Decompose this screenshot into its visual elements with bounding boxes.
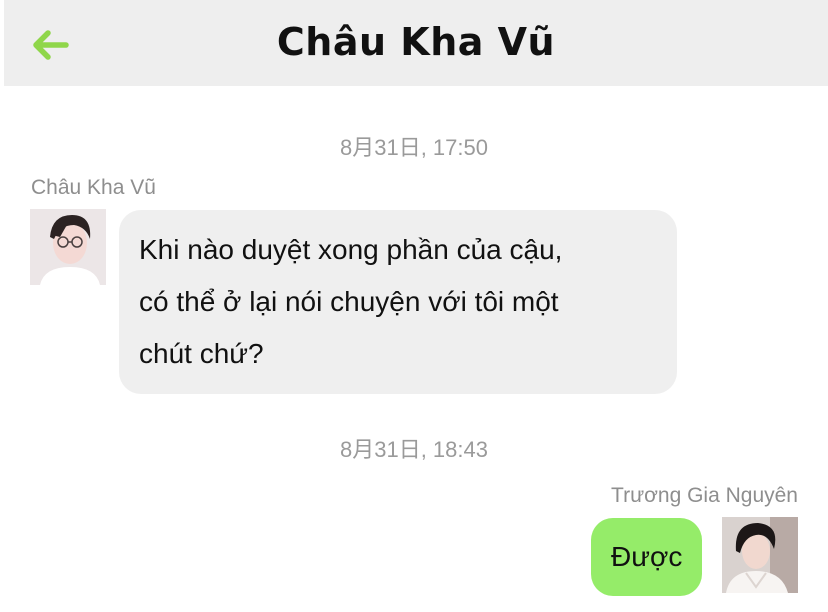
- sender-name: Châu Kha Vũ: [31, 176, 156, 199]
- message-line: chút chứ?: [139, 338, 264, 369]
- avatar-image: [30, 209, 106, 285]
- message-bubble-incoming[interactable]: Khi nào duyệt xong phần của cậu, có thể …: [119, 210, 677, 394]
- message-bubble-outgoing[interactable]: Được: [591, 518, 703, 596]
- message-text: Được: [611, 541, 683, 572]
- timestamp: 8月31日, 18:43: [340, 437, 488, 462]
- chat-header: Châu Kha Vũ: [4, 0, 828, 86]
- message-line: Khi nào duyệt xong phần của cậu,: [139, 234, 563, 265]
- sender-name: Trương Gia Nguyên: [611, 484, 798, 507]
- avatar-image: [722, 517, 798, 593]
- avatar[interactable]: [722, 517, 798, 593]
- message-line: có thể ở lại nói chuyện với tôi một: [139, 286, 559, 317]
- timestamp: 8月31日, 17:50: [340, 135, 488, 160]
- avatar[interactable]: [30, 209, 106, 285]
- chat-title: Châu Kha Vũ: [276, 20, 556, 64]
